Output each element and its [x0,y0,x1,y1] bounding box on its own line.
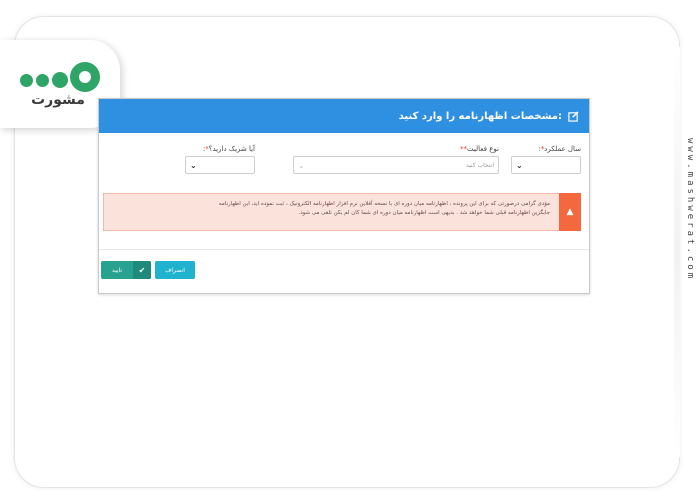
chevron-down-icon: ⌄ [190,160,197,170]
logo-speech-bubble-icon [70,62,100,92]
cancel-button[interactable]: انصراف [155,261,195,279]
footer-divider [99,249,589,250]
warning-alert: ▲ مؤدی گرامی درصورتی که برای این پرونده … [103,193,581,231]
logo-dot-1 [20,74,33,87]
field-performance-year: سال عملکرد*: ⌄ [511,145,581,174]
alert-message: مؤدی گرامی درصورتی که برای این پرونده ، … [218,201,550,216]
website-text: www.mashwerat.com [685,138,695,282]
confirm-button[interactable]: تایید ✔ [101,261,151,279]
field-label: نوع فعالیت** [460,145,499,153]
form-fields: سال عملکرد*: ⌄ نوع فعالیت** انتخاب کنید … [99,133,589,187]
warning-icon: ▲ [559,193,581,231]
activity-type-select[interactable]: انتخاب کنید ⌄ [293,156,499,174]
field-activity-type: نوع فعالیت** انتخاب کنید ⌄ [293,145,499,174]
logo-dot-2 [36,74,49,87]
logo-wordmark: مشورت [31,92,85,108]
check-icon: ✔ [133,261,151,279]
field-label: سال عملکرد*: [538,145,581,153]
dialog-header: مشخصات اظهارنامه را وارد کنید: [99,99,589,133]
tax-return-dialog: مشخصات اظهارنامه را وارد کنید: سال عملکر… [98,98,590,294]
performance-year-select[interactable]: ⌄ [511,156,581,174]
field-label: آیا شریک دارید؟*: [202,145,255,153]
edit-icon [568,110,579,122]
field-has-partner: آیا شریک دارید؟*: ⌄ [185,145,255,174]
dialog-title: مشخصات اظهارنامه را وارد کنید: [398,110,562,122]
chevron-down-icon: ⌄ [298,160,305,170]
website-watermark: www.mashwerat.com [680,110,700,310]
has-partner-select[interactable]: ⌄ [185,156,255,174]
chevron-down-icon: ⌄ [516,160,523,170]
confirm-label: تایید [111,266,123,274]
logo-dot-3 [52,72,68,88]
